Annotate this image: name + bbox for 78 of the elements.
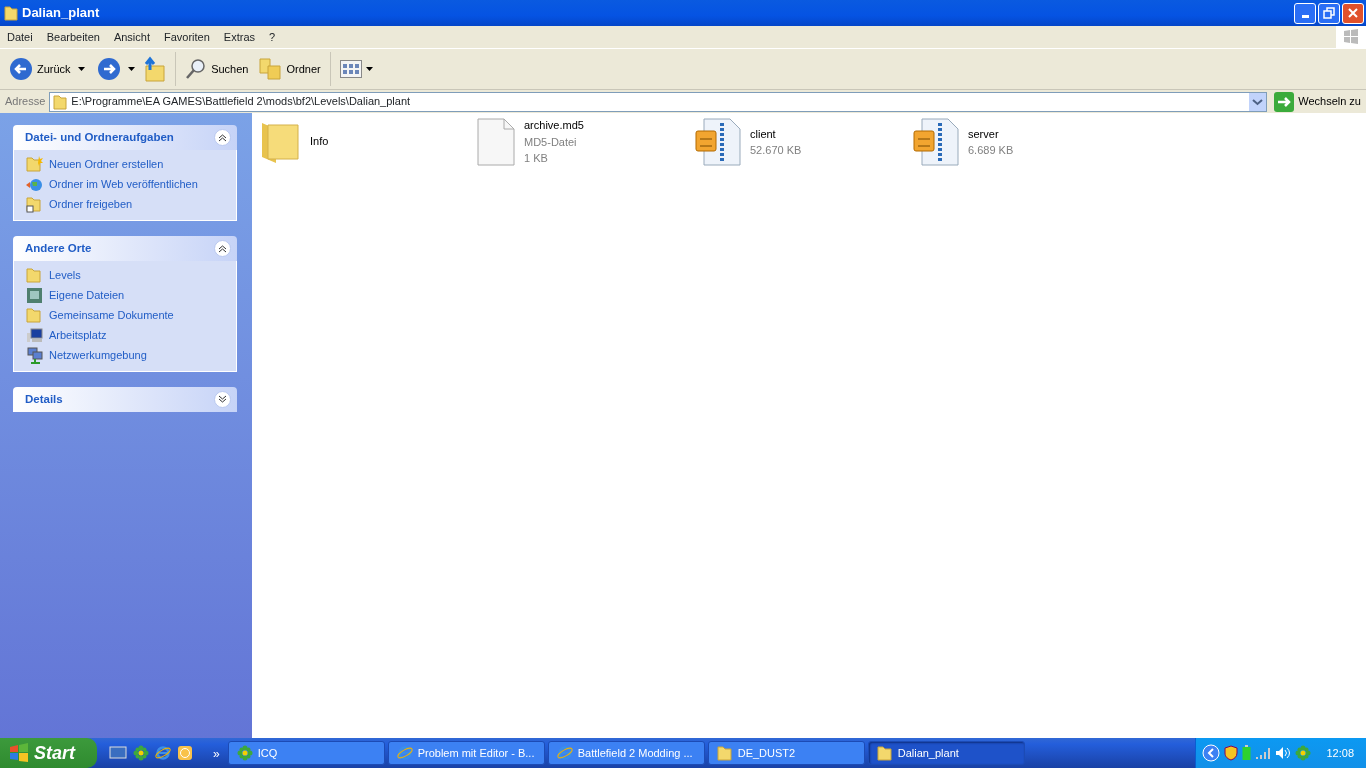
windows-logo-icon — [8, 743, 30, 763]
browser-e-icon[interactable] — [155, 745, 171, 761]
menu-item[interactable]: Extras — [216, 28, 263, 46]
desktop-icon[interactable] — [109, 745, 127, 761]
taskbar-button[interactable]: Problem mit Editor - B... — [387, 741, 545, 765]
sidebar-link[interactable]: Levels — [49, 266, 81, 284]
archive-icon[interactable] — [912, 117, 960, 167]
menu-item[interactable]: Bearbeiten — [39, 28, 107, 46]
speaker-icon[interactable] — [1275, 746, 1292, 760]
minimize-icon — [1301, 15, 1309, 18]
go-button[interactable]: Wechseln zu — [1271, 89, 1364, 114]
chevron-icon[interactable] — [214, 240, 231, 257]
flower-icon[interactable] — [133, 745, 149, 761]
folder-up-icon — [142, 56, 167, 82]
taskbar-button[interactable]: Dalian_plant — [867, 741, 1025, 765]
archive-icon[interactable] — [694, 117, 742, 167]
address-label: Adresse — [5, 94, 46, 110]
sidebar-link[interactable]: Gemeinsame Dokumente — [49, 306, 174, 324]
sidebar-link[interactable]: Neuen Ordner erstellen — [49, 155, 164, 173]
restore-icon — [1323, 7, 1335, 19]
caret-icon — [365, 67, 373, 71]
chevron-icon[interactable] — [214, 129, 231, 146]
file-name[interactable]: server — [968, 125, 1014, 142]
minimize-button[interactable] — [1294, 2, 1316, 24]
sidebar-link[interactable]: Ordner freigeben — [49, 195, 133, 213]
sidebar-link[interactable]: Eigene Dateien — [49, 286, 125, 304]
folder-icon — [4, 5, 18, 21]
back-button[interactable]: Zurück — [6, 55, 74, 83]
panel-title[interactable]: Details — [25, 390, 63, 409]
sidebar-link[interactable]: Ordner im Web veröffentlichen — [49, 175, 198, 193]
address-field[interactable]: E:\Programme\EA GAMES\Battlefield 2\mods\bf2\Levels\Dalian_plant — [49, 91, 1268, 112]
chevron-left-icon[interactable] — [1202, 744, 1221, 762]
taskbar-button[interactable]: Battlefield 2 Modding ... — [547, 741, 705, 765]
shared-folder-icon — [26, 195, 43, 213]
menu-item[interactable]: Favoriten — [157, 28, 217, 46]
documents-icon — [26, 286, 43, 304]
flower-icon — [236, 745, 253, 761]
taskbar-button[interactable]: DE_DUST2 — [707, 741, 865, 765]
windows-logo-icon — [1342, 28, 1360, 46]
folder-icon — [26, 266, 43, 284]
close-icon — [1347, 7, 1359, 19]
file-size: 52.670 KB — [750, 143, 802, 158]
file-size: 1 KB — [524, 151, 549, 167]
folder-icon — [876, 745, 893, 761]
sidebar-link[interactable]: Arbeitsplatz — [49, 326, 107, 344]
close-button[interactable] — [1342, 2, 1364, 24]
file-type: MD5-Datei — [524, 134, 578, 150]
folder-icon — [26, 306, 43, 324]
chevron-icon[interactable] — [214, 391, 231, 408]
file-name[interactable]: archive.md5 — [524, 117, 584, 134]
file-size: 6.689 KB — [968, 143, 1014, 158]
dropdown-caret-icon[interactable] — [77, 67, 85, 71]
network-icon — [26, 346, 43, 364]
folders-icon — [258, 57, 283, 81]
menu-item[interactable]: ? — [262, 28, 283, 46]
views-icon — [339, 60, 362, 78]
menu-item[interactable]: Datei — [0, 28, 40, 46]
window-title: Dalian_plant — [22, 4, 100, 23]
file-name[interactable]: client — [750, 125, 802, 142]
folders-button[interactable]: Ordner — [255, 55, 324, 83]
restore-button[interactable] — [1318, 2, 1340, 24]
taskbar-button[interactable]: ICQ — [227, 741, 385, 765]
start-button[interactable]: Start — [0, 738, 97, 768]
browser-e-icon — [396, 745, 413, 761]
search-button[interactable]: Suchen — [182, 56, 252, 82]
menu-item[interactable]: Ansicht — [106, 28, 157, 46]
folder-icon — [716, 745, 733, 761]
dropdown-caret-icon[interactable] — [128, 67, 136, 71]
sidebar-link[interactable]: Netzwerkumgebung — [49, 346, 147, 364]
computer-icon — [26, 326, 43, 344]
folder-icon — [53, 93, 68, 110]
browser-e-icon — [556, 745, 573, 761]
new-folder-icon — [26, 155, 43, 173]
search-icon — [185, 58, 208, 80]
clock: 12:08 — [1326, 745, 1354, 761]
file-name[interactable]: Info — [310, 132, 329, 150]
shield-icon[interactable] — [1224, 745, 1239, 761]
more-chevron[interactable]: » — [213, 745, 220, 763]
